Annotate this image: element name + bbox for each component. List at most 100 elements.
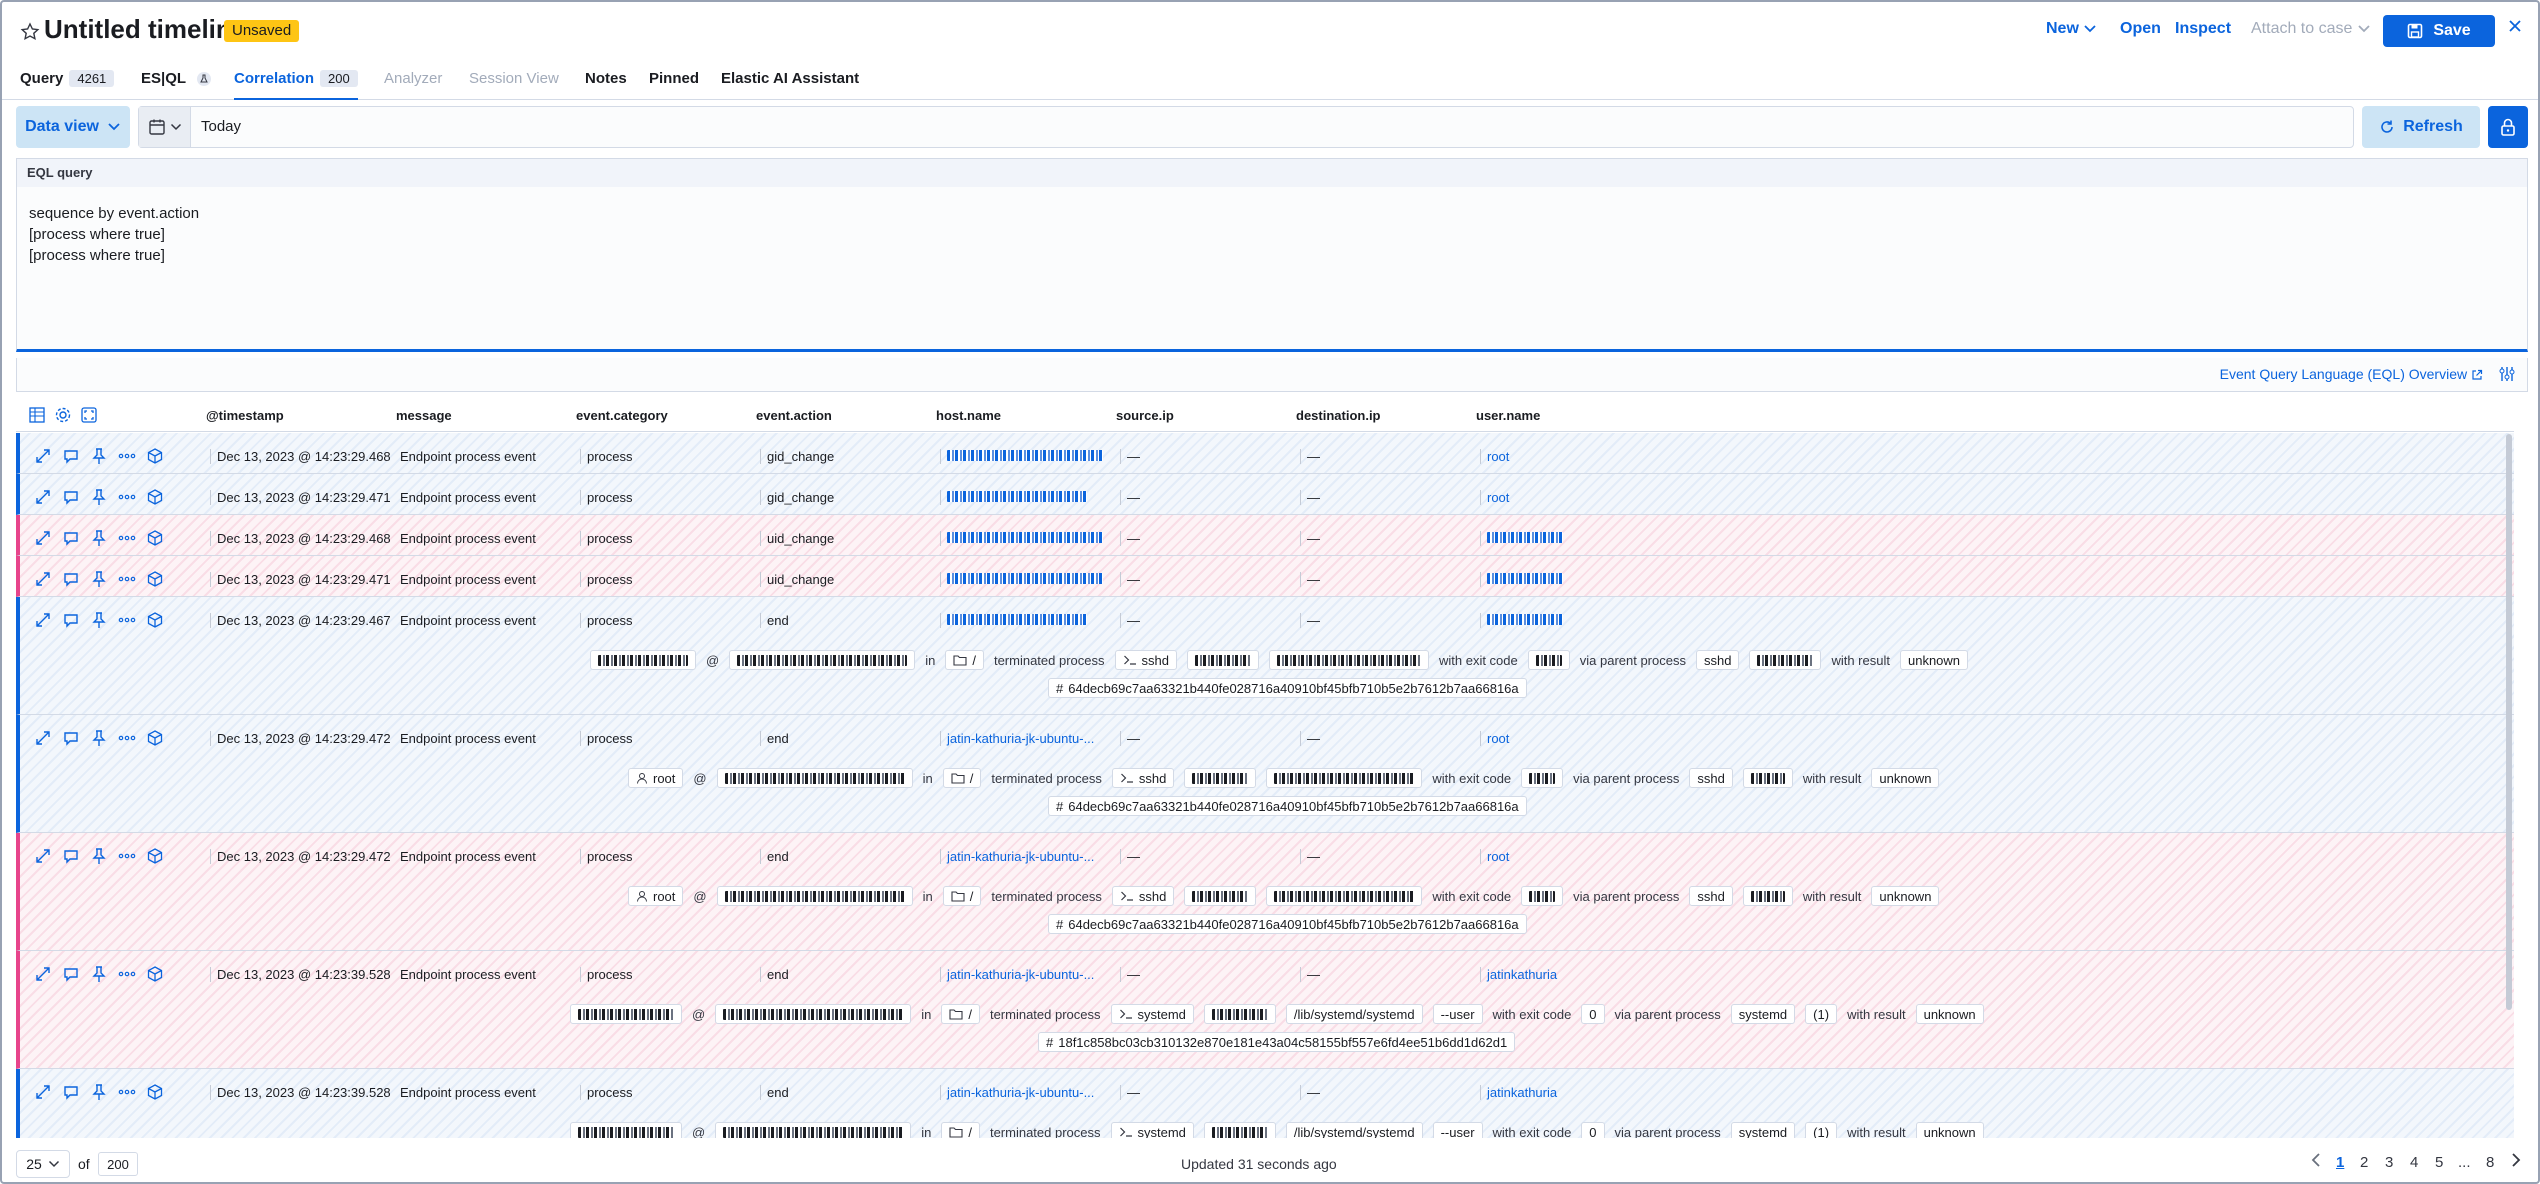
cell-user-name[interactable]: [1480, 613, 1563, 628]
result-chip[interactable]: unknown: [1915, 1122, 1984, 1138]
cell-destination-ip[interactable]: —: [1300, 531, 1320, 546]
user-chip[interactable]: root: [628, 768, 684, 788]
parent-process-chip[interactable]: sshd: [1689, 886, 1733, 906]
pin-icon[interactable]: [90, 529, 108, 547]
table-row[interactable]: Dec 13, 2023 @ 14:23:29.468 Endpoint pro…: [16, 515, 2514, 556]
process-name-chip[interactable]: systemd: [1110, 1004, 1194, 1024]
process-args-chip[interactable]: [1266, 886, 1423, 906]
exit-code-chip[interactable]: 0: [1581, 1122, 1605, 1138]
new-button[interactable]: New: [2046, 20, 2097, 38]
cell-event-category[interactable]: process: [580, 449, 633, 464]
user-chip[interactable]: [570, 1004, 682, 1024]
more-actions-icon[interactable]: [118, 729, 136, 747]
parent-process-chip[interactable]: systemd: [1730, 1122, 1796, 1138]
cell-timestamp[interactable]: Dec 13, 2023 @ 14:23:29.468: [210, 531, 391, 546]
cell-message[interactable]: Endpoint process event: [400, 572, 536, 587]
cell-host-name[interactable]: [940, 449, 1103, 464]
pin-icon[interactable]: [90, 611, 108, 629]
analyze-event-icon[interactable]: [146, 529, 164, 547]
cell-destination-ip[interactable]: —: [1300, 449, 1320, 464]
table-row[interactable]: Dec 13, 2023 @ 14:23:29.467 Endpoint pro…: [16, 597, 2514, 715]
expand-icon[interactable]: [34, 729, 52, 747]
result-chip[interactable]: unknown: [1915, 1004, 1984, 1024]
expand-icon[interactable]: [34, 529, 52, 547]
process-name-chip[interactable]: sshd: [1114, 650, 1177, 670]
pin-icon[interactable]: [90, 965, 108, 983]
cell-message[interactable]: Endpoint process event: [400, 531, 536, 546]
tab-pinned[interactable]: Pinned: [649, 70, 699, 100]
exit-code-chip[interactable]: [1521, 768, 1564, 788]
cell-user-name[interactable]: root: [1480, 731, 1509, 746]
cell-source-ip[interactable]: —: [1120, 613, 1140, 628]
column-header-message[interactable]: message: [396, 408, 452, 423]
expand-icon[interactable]: [34, 965, 52, 983]
page-button-4[interactable]: 4: [2410, 1154, 2418, 1171]
cell-host-name[interactable]: jatin-kathuria-jk-ubuntu-...: [940, 731, 1094, 746]
date-picker[interactable]: Today: [138, 106, 2354, 148]
more-actions-icon[interactable]: [118, 529, 136, 547]
pid-chip[interactable]: [1184, 886, 1257, 906]
cell-message[interactable]: Endpoint process event: [400, 490, 536, 505]
chevron-left-icon[interactable]: [2310, 1152, 2322, 1168]
parent-process-chip[interactable]: systemd: [1730, 1004, 1796, 1024]
refresh-button[interactable]: Refresh: [2362, 106, 2480, 148]
cell-event-action[interactable]: uid_change: [760, 531, 834, 546]
process-name-chip[interactable]: sshd: [1111, 886, 1175, 906]
cell-user-name[interactable]: root: [1480, 849, 1509, 864]
pid-chip[interactable]: [1203, 1004, 1276, 1024]
date-range-text[interactable]: Today: [201, 118, 241, 135]
result-chip[interactable]: unknown: [1871, 768, 1940, 788]
table-scrollbar[interactable]: [2506, 434, 2512, 1010]
pid-chip[interactable]: [1203, 1122, 1276, 1138]
cell-host-name[interactable]: [940, 531, 1103, 546]
cell-message[interactable]: Endpoint process event: [400, 449, 536, 464]
exit-code-chip[interactable]: 0: [1581, 1004, 1605, 1024]
expand-icon[interactable]: [34, 488, 52, 506]
quick-menu-button[interactable]: [139, 107, 191, 147]
page-button-8[interactable]: 8: [2486, 1154, 2494, 1171]
cell-timestamp[interactable]: Dec 13, 2023 @ 14:23:29.472: [210, 849, 391, 864]
expand-icon[interactable]: [34, 447, 52, 465]
cell-event-action[interactable]: uid_change: [760, 572, 834, 587]
cell-source-ip[interactable]: —: [1120, 449, 1140, 464]
pid-chip[interactable]: [1186, 650, 1259, 670]
parent-pid-chip[interactable]: (1): [1805, 1004, 1838, 1024]
working-directory-chip[interactable]: /: [945, 650, 984, 670]
hash-chip[interactable]: #64decb69c7aa63321b440fe028716a40910bf45…: [1048, 796, 1527, 816]
cell-source-ip[interactable]: —: [1120, 490, 1140, 505]
columns-icon[interactable]: [28, 406, 46, 424]
cell-timestamp[interactable]: Dec 13, 2023 @ 14:23:29.468: [210, 449, 391, 464]
host-chip[interactable]: [729, 650, 916, 670]
more-actions-icon[interactable]: [118, 847, 136, 865]
working-directory-chip[interactable]: /: [942, 768, 982, 788]
cell-host-name[interactable]: jatin-kathuria-jk-ubuntu-...: [940, 1085, 1094, 1100]
process-executable-chip[interactable]: /lib/systemd/systemd: [1285, 1122, 1423, 1138]
cell-source-ip[interactable]: —: [1120, 849, 1140, 864]
cell-host-name[interactable]: [940, 572, 1103, 587]
cell-message[interactable]: Endpoint process event: [400, 967, 536, 982]
cell-message[interactable]: Endpoint process event: [400, 731, 536, 746]
lock-button[interactable]: [2488, 106, 2528, 148]
comment-icon[interactable]: [62, 570, 80, 588]
comment-icon[interactable]: [62, 965, 80, 983]
cell-timestamp[interactable]: Dec 13, 2023 @ 14:23:39.528: [210, 1085, 391, 1100]
comment-icon[interactable]: [62, 1083, 80, 1101]
expand-icon[interactable]: [34, 847, 52, 865]
attach-to-case-button[interactable]: Attach to case: [2251, 20, 2371, 38]
process-name-chip[interactable]: sshd: [1111, 768, 1175, 788]
cell-event-category[interactable]: process: [580, 572, 633, 587]
process-args-chip[interactable]: --user: [1432, 1122, 1483, 1138]
analyze-event-icon[interactable]: [146, 1083, 164, 1101]
result-chip[interactable]: unknown: [1899, 650, 1969, 670]
process-name-chip[interactable]: systemd: [1110, 1122, 1194, 1138]
expand-icon[interactable]: [34, 570, 52, 588]
hash-chip[interactable]: #64decb69c7aa63321b440fe028716a40910bf45…: [1048, 678, 1527, 698]
process-executable-chip[interactable]: /lib/systemd/systemd: [1285, 1004, 1423, 1024]
column-header-user-name[interactable]: user.name: [1476, 408, 1540, 423]
result-chip[interactable]: unknown: [1871, 886, 1940, 906]
expand-icon[interactable]: [34, 611, 52, 629]
parent-pid-chip[interactable]: [1742, 886, 1793, 906]
chevron-right-icon[interactable]: [2510, 1152, 2522, 1168]
cell-event-category[interactable]: process: [580, 490, 633, 505]
tab-session-view[interactable]: Session View: [469, 70, 559, 100]
